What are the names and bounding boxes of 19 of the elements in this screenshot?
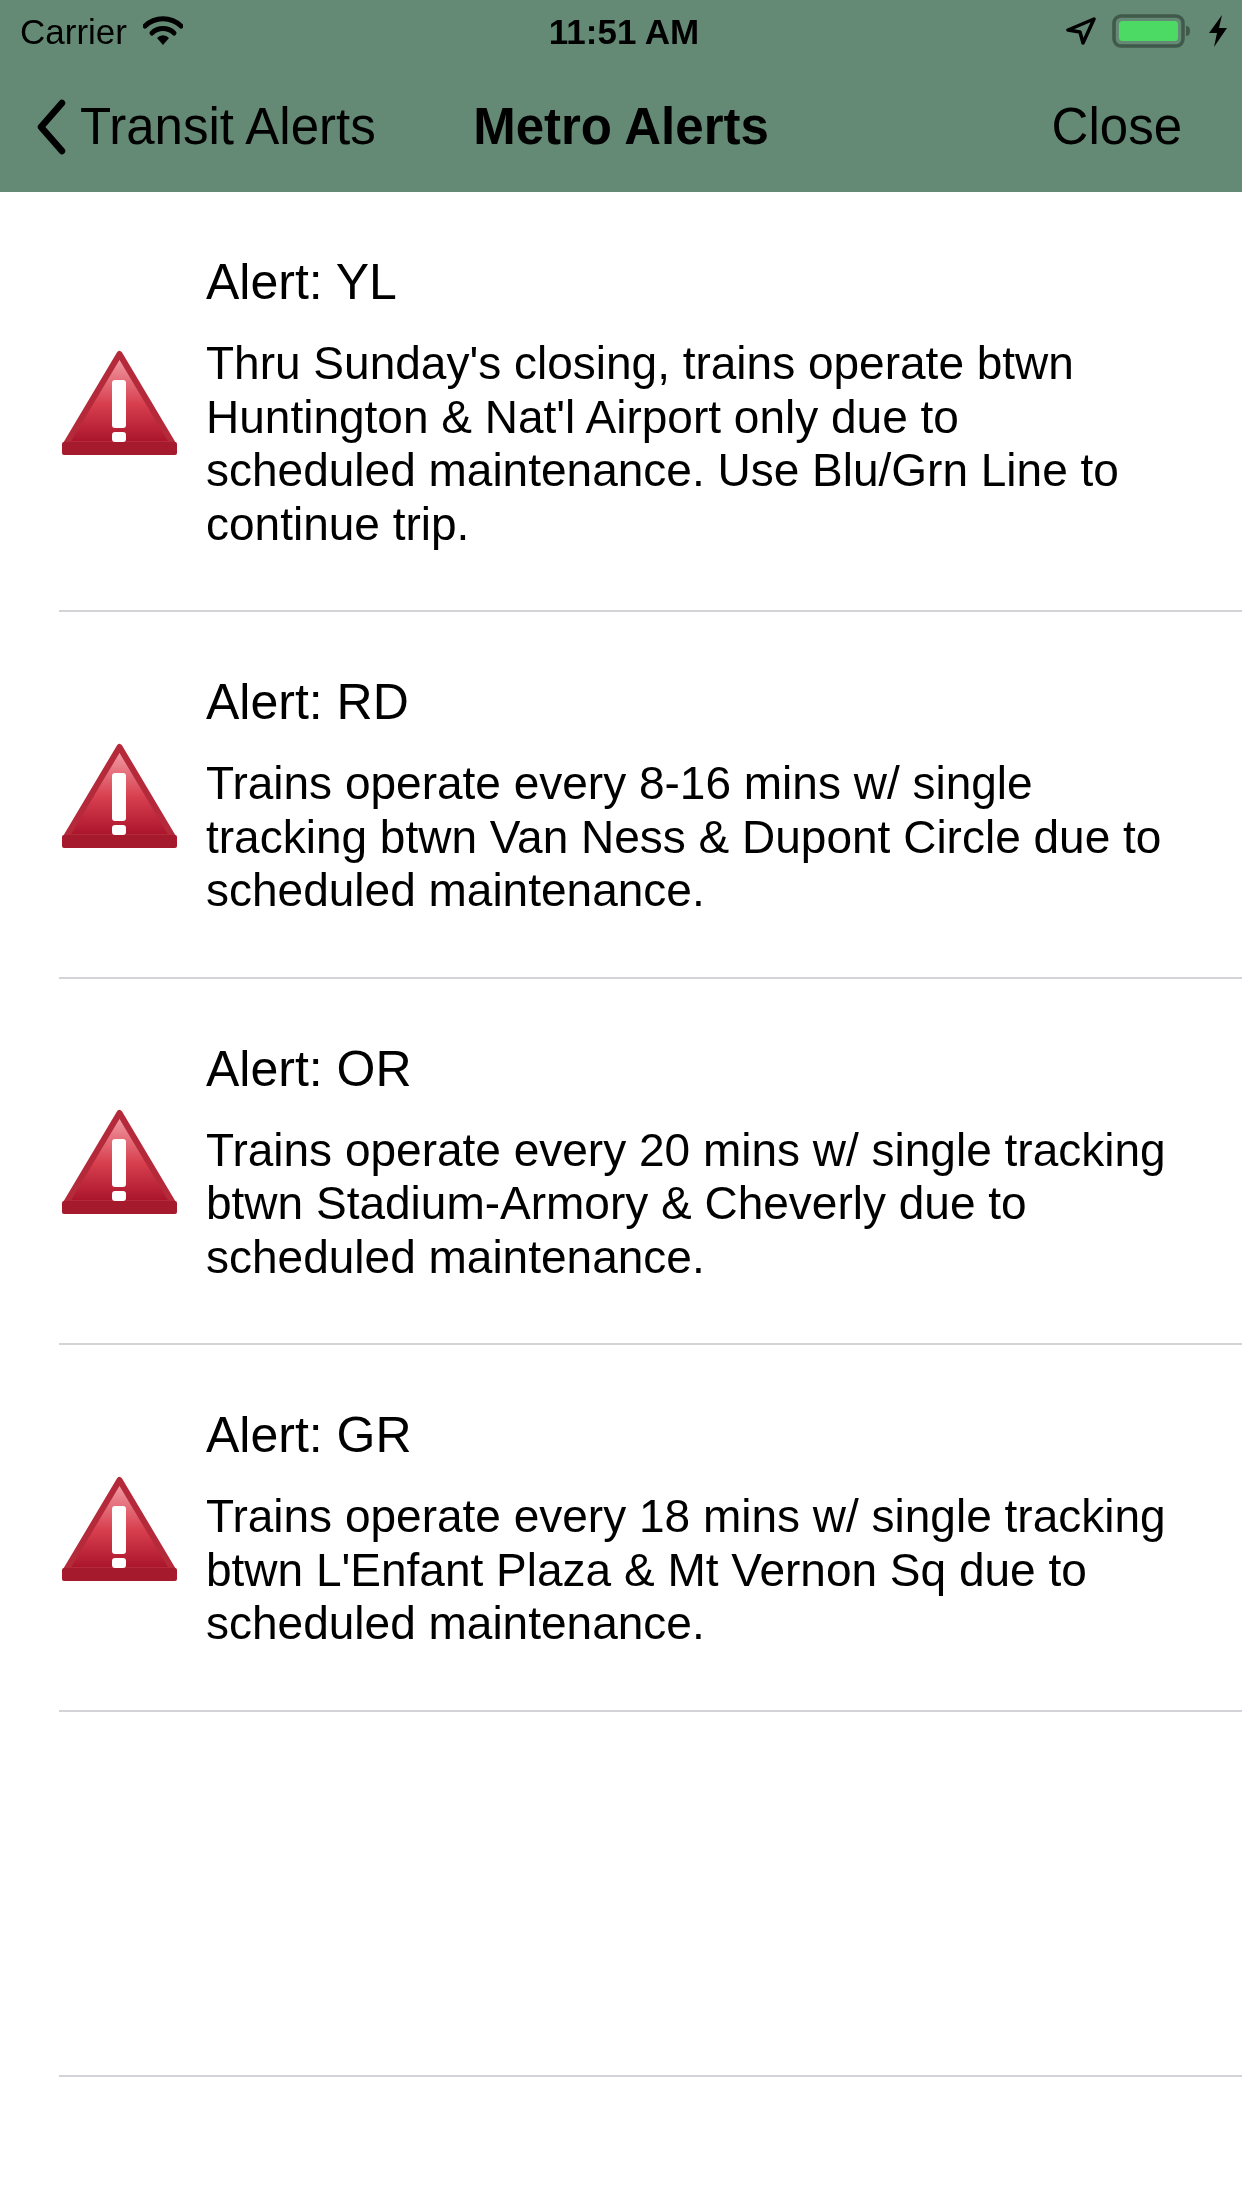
warning-icon xyxy=(61,1107,178,1216)
alert-message: Trains operate every 8-16 mins w/ single tracking btwn Van Ness & Dupont Circle due to scheduled maintenance. xyxy=(206,757,1163,918)
alert-title: Alert: OR xyxy=(206,1039,413,1099)
carrier-label: Carrier xyxy=(20,13,127,49)
battery-icon xyxy=(1112,14,1192,48)
wifi-icon xyxy=(142,16,183,46)
alert-title: Alert: RD xyxy=(206,673,410,732)
charging-bolt-icon xyxy=(1208,15,1228,47)
back-button[interactable]: Transit Alerts xyxy=(36,96,376,158)
chevron-left-icon xyxy=(36,99,66,155)
alert-title: Alert: GR xyxy=(206,1406,413,1465)
location-arrow-icon xyxy=(1066,17,1096,45)
alert-message: Trains operate every 18 mins w/ single tracking btwn L'Enfant Plaza & Mt Vernon Sq due to scheduled maintenance. xyxy=(206,1490,1167,1651)
status-time: 11:51 AM xyxy=(548,13,700,49)
alert-message: Thru Sunday's closing, trains operate btwn Huntington & Nat'l Airport only due to scheduled maintenance. Use Blu/Grn Line to continue trip. xyxy=(206,337,1120,551)
close-button[interactable]: Close xyxy=(1051,96,1182,158)
alert-message: Trains operate every 20 mins w/ single tracking btwn Stadium-Armory & Cheverly due to scheduled maintenance. xyxy=(206,1123,1167,1284)
nav-title: Metro Alerts xyxy=(473,97,769,158)
alert-title: Alert: YL xyxy=(206,253,398,312)
